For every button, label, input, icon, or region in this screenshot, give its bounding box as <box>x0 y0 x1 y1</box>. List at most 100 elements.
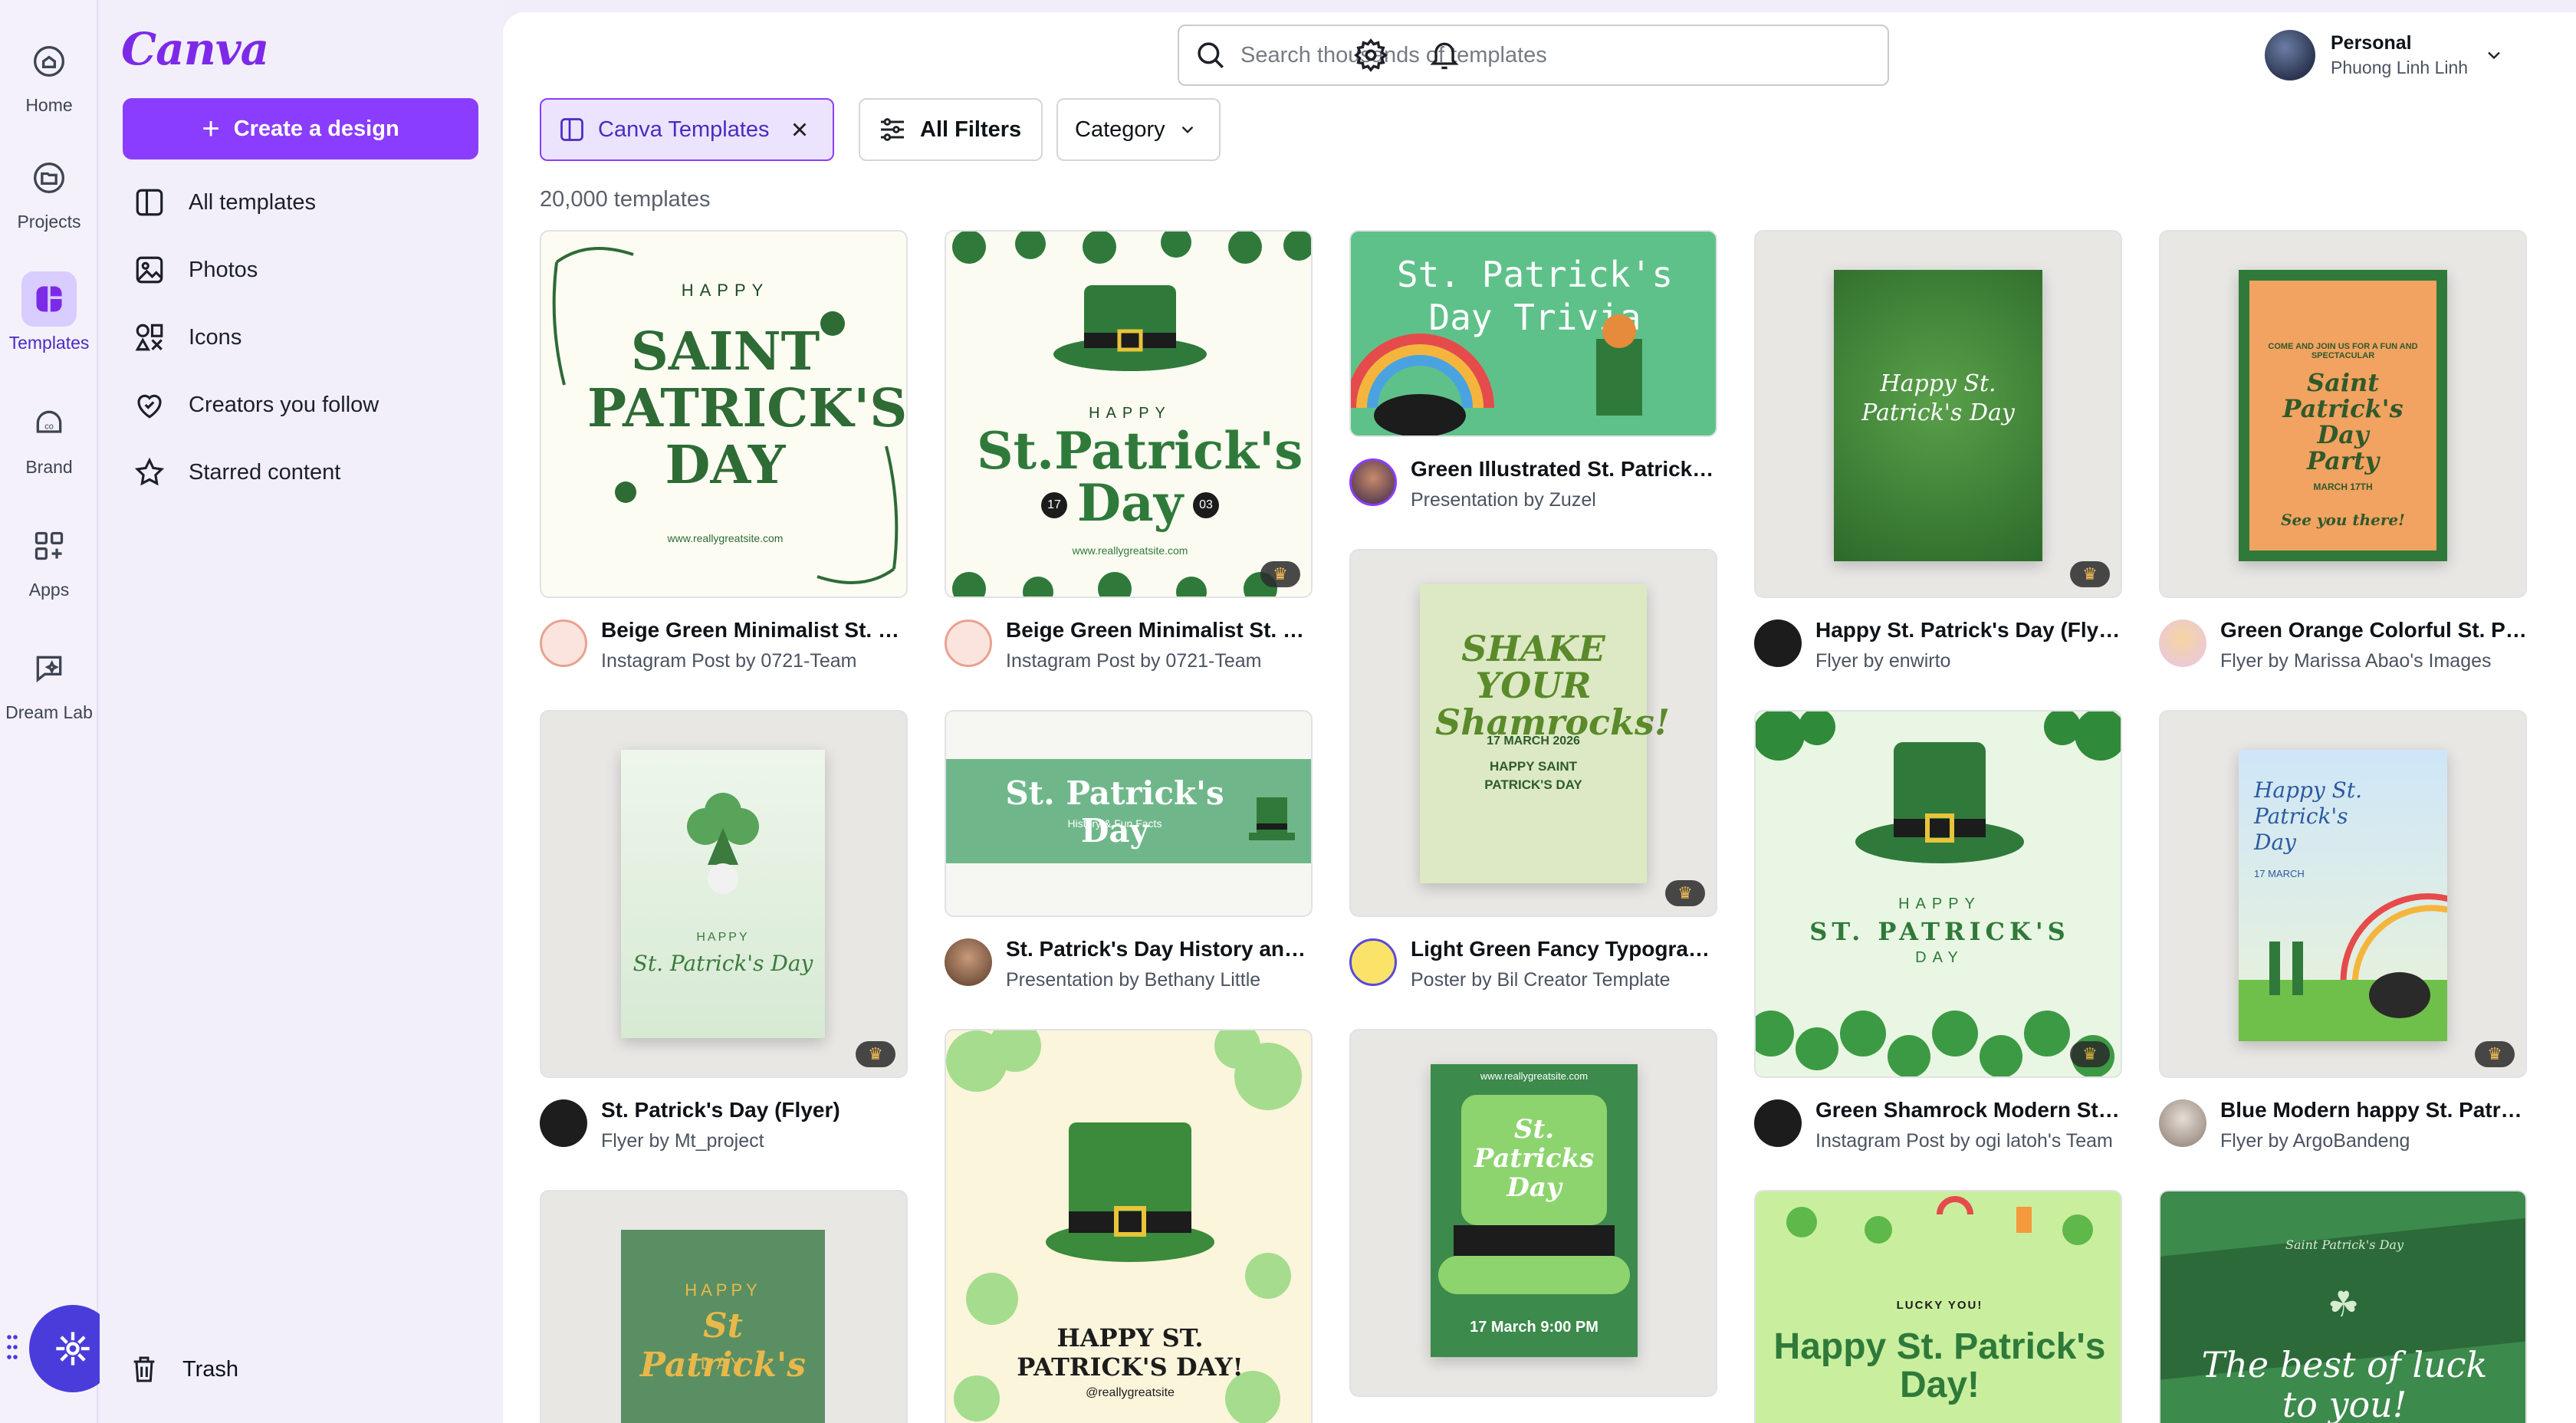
thumb-text: St.Patrick's Day <box>977 421 1303 533</box>
create-design-button[interactable]: + Create a design <box>123 98 478 159</box>
rail-label-templates: Templates <box>8 333 90 353</box>
rail-templates[interactable]: Templates <box>0 271 98 379</box>
template-thumbnail[interactable]: HAPPY ST. PATRICK'S DAY! @reallygreatsit… <box>945 1029 1313 1423</box>
template-card[interactable]: Happy St. Patrick's Day ♛ Happy St. Patr… <box>1754 230 2122 685</box>
template-card[interactable]: Saint Patrick's Day ☘ The best of luck t… <box>2159 1190 2527 1423</box>
thumb-text: HAPPY <box>1089 405 1171 422</box>
thumb-text: 17 MARCH 2026 <box>1487 735 1580 748</box>
template-thumbnail[interactable]: HAPPY ST. PATRICK'S DAY ♛ <box>1754 710 2122 1078</box>
shamrock-hat-illustration <box>1756 712 2121 1076</box>
notifications-button[interactable] <box>1421 32 1467 78</box>
thumb-text: History & Fun Facts <box>1067 817 1162 830</box>
all-filters-label: All Filters <box>920 117 1022 142</box>
template-card[interactable]: HAPPY St Patrick's DAY <box>540 1190 908 1423</box>
template-thumbnail[interactable]: St. Patrick's Day History & Fun Facts <box>945 710 1313 917</box>
template-card[interactable]: HAPPY ST. PATRICK'S DAY ♛ Green Shamrock… <box>1754 710 2122 1165</box>
template-thumbnail[interactable]: Happy St. Patrick's Day ♛ <box>1754 230 2122 598</box>
template-thumbnail[interactable]: Happy St. Patrick's Day 17 MARCH ♛ <box>2159 710 2527 1078</box>
card-subtitle[interactable]: Instagram Post by 0721-Team <box>1006 650 1313 672</box>
template-card[interactable]: HAPPY SAINT PATRICK'S DAY www.reallygrea… <box>540 230 908 685</box>
category-dropdown[interactable]: Category <box>1056 98 1221 161</box>
template-card[interactable]: LUCKY YOU! Happy St. Patrick's Day! <box>1754 1190 2122 1423</box>
template-card[interactable]: SHAKE YOUR Shamrocks! 17 MARCH 2026 HAPP… <box>1349 549 1717 1004</box>
template-card[interactable]: Happy St. Patrick's Day 17 MARCH ♛ Blue … <box>2159 710 2527 1165</box>
template-thumbnail[interactable]: Saint Patrick's Day ☘ The best of luck t… <box>2159 1190 2527 1423</box>
canva-templates-chip[interactable]: Canva Templates <box>540 98 834 161</box>
card-meta: Green Shamrock Modern St. Patrick's Day … <box>1754 1096 2122 1165</box>
account-switcher[interactable]: Personal Phuong Linh Linh <box>2265 26 2505 84</box>
card-subtitle[interactable]: Instagram Post by ogi latoh's Team <box>1815 1130 2122 1152</box>
thumb-text: @reallygreatsite <box>1086 1386 1175 1399</box>
nav-trash[interactable]: Trash <box>129 1346 238 1392</box>
nav-label: All templates <box>189 189 317 215</box>
thumb-text: DAY <box>700 1354 746 1373</box>
card-subtitle[interactable]: Instagram Post by 0721-Team <box>601 650 908 672</box>
card-subtitle[interactable]: Flyer by Mt_project <box>601 1130 908 1152</box>
template-card[interactable]: HAPPY ST. PATRICK'S DAY! @reallygreatsit… <box>945 1029 1313 1423</box>
card-meta: Happy St. Patrick's Day (Flyer) Flyer by… <box>1754 616 2122 685</box>
nav-label: Icons <box>189 324 242 350</box>
premium-crown-icon: ♛ <box>856 1041 895 1067</box>
template-thumbnail[interactable]: St. Patrick's Day Trivia <box>1349 230 1717 437</box>
card-subtitle[interactable]: Poster by Bil Creator Template <box>1411 969 1717 991</box>
templates-outline-icon <box>136 189 163 216</box>
card-meta: Beige Green Minimalist St. Patrick's Day… <box>540 616 908 685</box>
card-subtitle[interactable]: Flyer by ArgoBandeng <box>2220 1130 2527 1152</box>
rail-label-projects: Projects <box>17 212 81 232</box>
settings-button[interactable] <box>1348 32 1394 78</box>
nav-photos[interactable]: Photos <box>133 247 478 293</box>
template-card[interactable]: COME AND JOIN US FOR A FUN AND SPECTACUL… <box>2159 230 2527 685</box>
card-title: Light Green Fancy Typography Poster <box>1411 937 1717 961</box>
nav-starred-content[interactable]: Starred content <box>133 449 478 495</box>
template-card[interactable]: www.reallygreatsite.com St. Patricks Day… <box>1349 1029 1717 1397</box>
card-subtitle[interactable]: Presentation by Bethany Little <box>1006 969 1313 991</box>
template-thumbnail: HAPPY St Patrick's DAY <box>540 1190 908 1423</box>
template-thumbnail[interactable]: HAPPY St. Patrick's Day ♛ <box>540 710 908 1078</box>
template-thumbnail[interactable]: LUCKY YOU! Happy St. Patrick's Day! <box>1754 1190 2122 1423</box>
thumb-text: See you there! <box>2281 511 2405 529</box>
thumb-text: 17 <box>1041 492 1067 518</box>
template-card[interactable]: St. Patrick's Day Trivia Green Illustrat… <box>1349 230 1717 524</box>
svg-text:co: co <box>44 422 54 431</box>
canva-logo[interactable]: Canva <box>121 23 269 75</box>
card-subtitle[interactable]: Flyer by enwirto <box>1815 650 2122 672</box>
rail-home[interactable]: Home <box>0 34 98 141</box>
trash-icon <box>133 1356 155 1382</box>
premium-crown-icon: ♛ <box>2475 1041 2515 1067</box>
template-card[interactable]: St. Patrick's Day History & Fun Facts St… <box>945 710 1313 1004</box>
card-meta: Light Green Fancy Typography Poster Post… <box>1349 935 1717 1004</box>
close-icon[interactable] <box>788 118 811 141</box>
flyer-preview: Happy St. Patrick's Day <box>1834 270 2042 561</box>
template-thumbnail[interactable]: HAPPY SAINT PATRICK'S DAY www.reallygrea… <box>540 230 908 598</box>
flyer-preview: HAPPY St Patrick's DAY <box>621 1230 825 1423</box>
card-subtitle[interactable]: Flyer by Marissa Abao's Images <box>2220 650 2527 672</box>
nav-icons[interactable]: Icons <box>133 314 478 360</box>
template-thumbnail[interactable]: HAPPY St.Patrick's Day 17 03 www.reallyg… <box>945 230 1313 598</box>
template-card[interactable]: HAPPY St.Patrick's Day 17 03 www.reallyg… <box>945 230 1313 685</box>
photo-icon <box>136 256 163 284</box>
rail-apps[interactable]: Apps <box>0 518 98 626</box>
search-input[interactable] <box>1240 42 1869 68</box>
template-thumbnail[interactable]: SHAKE YOUR Shamrocks! 17 MARCH 2026 HAPP… <box>1349 549 1717 917</box>
rail-label-dream-lab: Dream Lab <box>5 702 93 722</box>
rail-projects[interactable]: Projects <box>0 150 98 258</box>
card-meta: St. Patrick's Day (Flyer) Flyer by Mt_pr… <box>540 1096 908 1165</box>
nav-all-templates[interactable]: All templates <box>133 179 478 225</box>
nav-creators-you-follow[interactable]: Creators you follow <box>133 382 478 428</box>
thumb-text: MARCH 17TH <box>2313 481 2373 492</box>
drag-handle-icon[interactable] <box>6 1334 18 1364</box>
thumb-text: Saint Patrick's Day <box>2285 1237 2404 1252</box>
plus-icon: + <box>202 112 220 146</box>
thumb-text: www.reallygreatsite.com <box>1072 544 1188 557</box>
template-thumbnail[interactable]: www.reallygreatsite.com St. Patricks Day… <box>1349 1029 1717 1397</box>
card-subtitle[interactable]: Presentation by Zuzel <box>1411 489 1717 511</box>
search-bar[interactable] <box>1178 25 1889 86</box>
creator-avatar <box>1754 619 1802 667</box>
rail-dream-lab[interactable]: Dream Lab <box>0 641 98 748</box>
thumb-text: HAPPY SAINT PATRICK'S DAY <box>1484 759 1582 792</box>
card-title: Green Illustrated St. Patrick's Day Triv… <box>1411 457 1717 481</box>
template-card[interactable]: HAPPY St. Patrick's Day ♛ St. Patrick's … <box>540 710 908 1165</box>
all-filters-button[interactable]: All Filters <box>859 98 1043 161</box>
template-thumbnail[interactable]: COME AND JOIN US FOR A FUN AND SPECTACUL… <box>2159 230 2527 598</box>
rail-brand[interactable]: co Brand <box>0 396 98 503</box>
